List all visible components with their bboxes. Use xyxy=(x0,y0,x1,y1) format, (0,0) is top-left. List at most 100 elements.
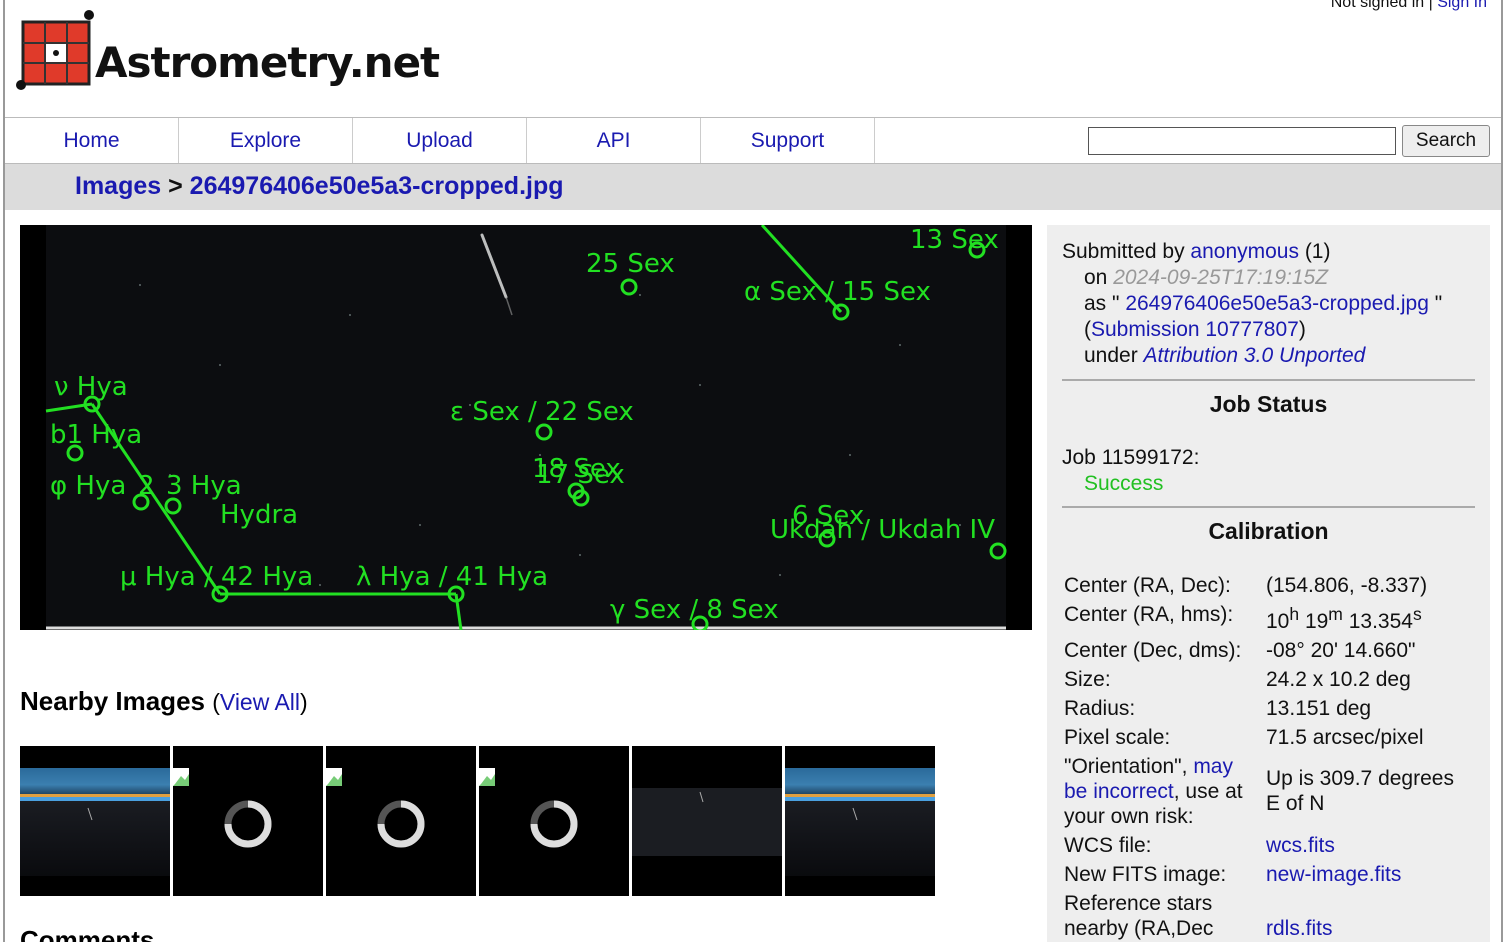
label-gamma-sex: γ Sex / 8 Sex xyxy=(610,595,779,625)
table-row: Center (Dec, dms): -08° 20' 14.660" xyxy=(1062,636,1475,665)
nearby-thumb-3[interactable] xyxy=(326,746,476,896)
nearby-images-title: Nearby Images xyxy=(20,686,205,716)
breadcrumb-current-link[interactable]: 264976406e50e5a3-cropped.jpg xyxy=(190,172,564,200)
paren-close: ) xyxy=(300,689,308,715)
center-hms-value: 10h 19m 13.354s xyxy=(1266,604,1422,633)
center-dms-value: -08° 20' 14.660" xyxy=(1266,639,1416,662)
table-row: Pixel scale: 71.5 arcsec/pixel xyxy=(1062,723,1475,752)
nearby-thumb-2[interactable] xyxy=(173,746,323,896)
label-b1-hya: b1 Hya xyxy=(50,420,142,450)
nav-api[interactable]: API xyxy=(527,118,701,163)
nav-upload[interactable]: Upload xyxy=(353,118,527,163)
table-row: New FITS image: new-image.fits xyxy=(1062,860,1475,889)
hms-minutes: 19 xyxy=(1304,610,1329,633)
nearby-images-heading: Nearby Images (View All) xyxy=(20,686,308,717)
as-close: " xyxy=(1428,292,1443,315)
label-13-sex: 13 Sex xyxy=(910,225,999,255)
nearby-thumb-1[interactable] xyxy=(20,746,170,896)
pixel-scale-label: Pixel scale: xyxy=(1064,726,1171,749)
search-input[interactable] xyxy=(1088,127,1396,155)
submitted-by-label: Submitted by xyxy=(1062,240,1191,263)
calibration-table: Center (RA, Dec): (154.806, -8.337) Cent… xyxy=(1062,571,1475,942)
view-all-link[interactable]: View All xyxy=(220,689,300,715)
job-status-value: Success xyxy=(1084,472,1164,495)
submission-line: (Submission 10777807) xyxy=(1084,318,1306,341)
submitted-by-line: Submitted by anonymous (1) xyxy=(1062,239,1475,265)
paren-open: ( xyxy=(212,689,220,715)
table-row: Center (RA, Dec): (154.806, -8.337) xyxy=(1062,571,1475,600)
radius-label: Radius: xyxy=(1064,697,1136,720)
breadcrumb-images-link[interactable]: Images xyxy=(75,172,161,200)
table-row: Size: 24.2 x 10.2 deg xyxy=(1062,665,1475,694)
calibration-title: Calibration xyxy=(1208,518,1329,544)
nearby-thumb-4[interactable] xyxy=(479,746,629,896)
night-sky-image xyxy=(632,746,782,896)
comments-heading: Comments xyxy=(20,925,155,942)
user-link[interactable]: anonymous xyxy=(1190,240,1299,263)
search-button[interactable]: Search xyxy=(1402,125,1490,157)
label-lambda-hya: λ Hya / 41 Hya xyxy=(356,562,548,592)
pixel-scale-value: 71.5 arcsec/pixel xyxy=(1266,726,1424,749)
table-row: Radius: 13.151 deg xyxy=(1062,694,1475,723)
nav-home[interactable]: Home xyxy=(5,118,179,163)
radius-value: 13.151 deg xyxy=(1266,697,1372,720)
label-2: 2 xyxy=(138,471,155,501)
label-phi-hya: φ Hya xyxy=(50,471,126,501)
hms-seconds: 13.354 xyxy=(1348,610,1413,633)
label-25-sex: 25 Sex xyxy=(586,249,675,279)
auth-status: Not signed in | Sign In xyxy=(1331,0,1487,12)
as-label: as " xyxy=(1084,292,1126,315)
table-row: WCS file: wcs.fits xyxy=(1062,831,1475,860)
breadcrumb-separator: > xyxy=(161,172,190,200)
center-hms-label: Center (RA, hms): xyxy=(1064,603,1234,626)
divider xyxy=(1062,379,1475,381)
loading-spinner-icon xyxy=(479,746,629,896)
logo-text[interactable]: Astrometry.net xyxy=(95,38,440,87)
loading-spinner-icon xyxy=(326,746,476,896)
rdls-fits-link[interactable]: rdls.fits xyxy=(1266,917,1333,940)
center-dms-label: Center (Dec, dms): xyxy=(1064,639,1242,662)
annotated-sky-image[interactable]: 13 Sex 25 Sex α Sex / 15 Sex ν Hya b1 Hy… xyxy=(20,223,1032,633)
auth-separator: | xyxy=(1424,0,1438,11)
orientation-label: "Orientation", may be incorrect, use at … xyxy=(1062,752,1264,831)
wcs-link-cell: wcs.fits xyxy=(1264,831,1475,860)
job-label: Job 11599172: xyxy=(1062,446,1200,469)
label-epsilon-sex: ε Sex / 22 Sex xyxy=(450,397,634,427)
new-fits-link[interactable]: new-image.fits xyxy=(1266,863,1401,886)
center-radec-value: (154.806, -8.337) xyxy=(1266,574,1428,597)
main-nav: Home Explore Upload API Support Search xyxy=(5,117,1501,164)
filename-line: as " 264976406e50e5a3-cropped.jpg " xyxy=(1062,291,1475,317)
new-fits-label: New FITS image: xyxy=(1064,863,1227,886)
label-hydra: Hydra xyxy=(220,500,298,530)
date-line: on 2024-09-25T17:19:15Z xyxy=(1062,265,1475,291)
filename-link[interactable]: 264976406e50e5a3-cropped.jpg xyxy=(1125,292,1429,315)
orientation-value: Up is 309.7 degrees E of N xyxy=(1266,767,1454,815)
submission-info: Submitted by anonymous (1) on 2024-09-25… xyxy=(1062,239,1475,369)
wcs-label: WCS file: xyxy=(1064,834,1152,857)
loading-spinner-icon xyxy=(173,746,323,896)
nav-explore[interactable]: Explore xyxy=(179,118,353,163)
table-row: Reference stars nearby (RA,Dec rdls.fits xyxy=(1062,889,1475,942)
nearby-thumb-5[interactable] xyxy=(632,746,782,896)
astrometry-logo-icon[interactable] xyxy=(15,10,99,92)
size-value: 24.2 x 10.2 deg xyxy=(1266,668,1411,691)
center-radec-label: Center (RA, Dec): xyxy=(1064,574,1231,597)
under-label: under xyxy=(1084,344,1144,367)
wcs-file-link[interactable]: wcs.fits xyxy=(1266,834,1335,857)
divider xyxy=(1062,506,1475,508)
sign-in-link[interactable]: Sign In xyxy=(1437,0,1487,11)
not-signed-in-text: Not signed in xyxy=(1330,0,1425,11)
nearby-thumb-6[interactable] xyxy=(785,746,935,896)
submission-link[interactable]: Submission 10777807 xyxy=(1091,318,1299,341)
reference-stars-label: Reference stars nearby (RA,Dec xyxy=(1064,892,1214,940)
hms-hours: 10 xyxy=(1266,610,1290,633)
nav-support[interactable]: Support xyxy=(701,118,875,163)
sky-annotation-overlay: 13 Sex 25 Sex α Sex / 15 Sex ν Hya b1 Hy… xyxy=(20,223,1032,633)
label-ukdah: Ukdah / Ukdah IV xyxy=(770,515,995,545)
license-link[interactable]: Attribution 3.0 Unported xyxy=(1144,344,1366,367)
info-panel: Submitted by anonymous (1) on 2024-09-25… xyxy=(1047,225,1490,942)
on-label: on xyxy=(1084,266,1114,289)
orientation-prefix: "Orientation", xyxy=(1064,755,1194,778)
size-label: Size: xyxy=(1064,668,1111,691)
table-row: "Orientation", may be incorrect, use at … xyxy=(1062,752,1475,831)
